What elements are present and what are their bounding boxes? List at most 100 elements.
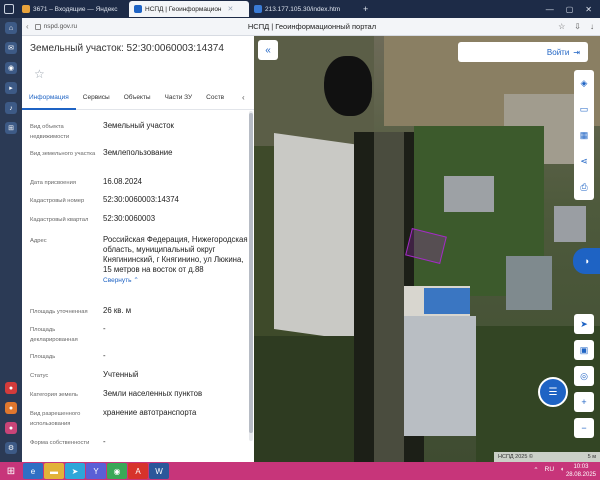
scrollbar-thumb[interactable] <box>249 113 253 433</box>
url-text: nspd.gov.ru <box>43 23 78 30</box>
apps-icon[interactable]: ⊞ <box>5 122 17 134</box>
language-indicator[interactable]: RU <box>545 466 554 474</box>
tray-chevron-icon[interactable]: ⌃ <box>533 466 538 474</box>
app-icon-red[interactable]: ● <box>5 382 17 394</box>
map-imagery <box>374 132 404 462</box>
tab-label: 3671 – Входящие — Яндекс <box>33 5 118 13</box>
download-icon[interactable]: ↓ <box>590 22 594 31</box>
row-label: Кадастровый квартал <box>30 217 89 223</box>
tab-composition[interactable]: Соств <box>199 92 231 110</box>
messenger-icon[interactable]: ▸ <box>5 82 17 94</box>
address-bar: ‹ nspd.gov.ru НСПД | Геоинформационный п… <box>22 18 600 36</box>
url-field[interactable]: nspd.gov.ru <box>34 23 78 30</box>
collapse-panel-button[interactable]: « <box>258 40 278 60</box>
browser-side-panel: ⌂ ✉ ◉ ▸ ♪ ⊞ ● ● ● ⚙ <box>0 18 22 462</box>
tab-objects[interactable]: Объекты <box>117 92 158 110</box>
row-value: 16.08.2024 <box>103 177 143 186</box>
system-clock[interactable]: 10:03 28.08.2025 <box>566 463 596 479</box>
back-icon[interactable]: ‹ <box>26 22 29 31</box>
login-button[interactable]: Войти ⇥ <box>458 42 588 62</box>
mail-icon[interactable]: ✉ <box>5 42 17 54</box>
map-attribution: НСПД 2025 © 5 м <box>494 452 600 462</box>
tab-parts[interactable]: Части ЗУ <box>158 92 200 110</box>
window-controls: — ▢ ✕ <box>546 0 600 18</box>
bookmark-icon[interactable]: ☆ <box>558 22 565 31</box>
disk-icon[interactable]: ◉ <box>5 62 17 74</box>
map-imagery <box>254 336 354 462</box>
browser-tab-nspd[interactable]: НСПД | Геоинформацион ✕ <box>129 1 249 17</box>
settings-icon[interactable]: ⚙ <box>5 442 17 454</box>
close-tab-icon[interactable]: ✕ <box>228 5 234 13</box>
page-title: НСПД | Геоинформационный портал <box>247 22 377 31</box>
word-icon[interactable]: W <box>149 463 169 479</box>
row-value: Российская Федерация, Нижегородская обла… <box>103 235 248 274</box>
row-label: Площадь <box>30 354 56 360</box>
browser-edge-icon[interactable]: e <box>23 463 43 479</box>
star-icon[interactable]: ☆ <box>34 67 45 81</box>
map-mode-tab[interactable]: ◑ <box>573 248 600 274</box>
tab-label: НСПД | Геоинформацион <box>145 5 222 13</box>
nspd-favicon-icon <box>134 5 142 13</box>
tabs-scroll-right-icon[interactable]: ‹ <box>242 93 252 105</box>
browser-tab-mail[interactable]: 3671 – Входящие — Яндекс <box>17 1 129 17</box>
volume-icon[interactable]: ◖ <box>560 466 564 474</box>
object-title: Земельный участок: 52:30:0060003:14374 <box>30 43 224 54</box>
pdf-reader-icon[interactable]: A <box>128 463 148 479</box>
browser-tab-bar: 3671 – Входящие — Яндекс НСПД | Геоинфор… <box>0 0 600 18</box>
row-label: Площадь уточненная <box>30 309 88 315</box>
home-icon[interactable]: ⌂ <box>5 22 17 34</box>
row-label: Дата присвоения <box>30 180 76 186</box>
zoom-in-icon[interactable]: + <box>574 392 594 412</box>
map-imagery <box>404 316 476 436</box>
row-label: Площадь декларированная <box>30 327 78 343</box>
close-window-icon[interactable]: ✕ <box>585 5 592 14</box>
start-icon[interactable]: ⊞ <box>0 462 22 480</box>
app-icon-orange[interactable]: ● <box>5 402 17 414</box>
minimize-icon[interactable]: — <box>546 5 554 14</box>
music-icon[interactable]: ♪ <box>5 102 17 114</box>
row-label: Вид разрешенного использования <box>30 411 81 427</box>
collapse-link[interactable]: Свернуть <box>103 277 132 284</box>
app-icon-pink[interactable]: ● <box>5 422 17 434</box>
row-label: Кадастровый номер <box>30 198 85 204</box>
browser-tab-ip[interactable]: 213.177.105.30/index.htm <box>249 1 359 17</box>
maximize-icon[interactable]: ▢ <box>566 5 574 14</box>
page-favicon-icon <box>254 5 262 13</box>
object-info-panel: Земельный участок: 52:30:0060003:14374 ☆… <box>22 36 254 462</box>
panel-scrollbar[interactable] <box>249 111 253 441</box>
location-arrow-icon[interactable]: ➤ <box>574 314 594 334</box>
new-tab-icon[interactable]: + <box>363 4 368 14</box>
window-menu-icon[interactable] <box>4 4 14 14</box>
map-imagery <box>424 288 470 314</box>
tab-information[interactable]: Информация <box>22 92 76 110</box>
chevron-up-icon[interactable]: ⌃ <box>132 277 138 284</box>
login-icon: ⇥ <box>573 47 580 57</box>
zoom-out-icon[interactable]: − <box>574 418 594 438</box>
row-value: 52:30:0060003:14374 <box>103 195 179 204</box>
folder-icon[interactable]: ▬ <box>44 463 64 479</box>
chrome-icon[interactable]: ◉ <box>107 463 127 479</box>
tab-services[interactable]: Сервисы <box>76 92 117 110</box>
chat-button[interactable]: ☰ <box>538 377 568 407</box>
row-value: Земельный участок <box>103 121 174 130</box>
map-imagery <box>324 56 372 116</box>
image-icon[interactable]: ▣ <box>574 340 594 360</box>
row-label: Адрес <box>30 238 47 244</box>
ruler-icon[interactable]: ▭ <box>574 96 594 122</box>
telegram-icon[interactable]: ➤ <box>65 463 85 479</box>
lock-icon <box>34 23 41 30</box>
row-value: Земли населенных пунктов <box>103 389 203 398</box>
qr-icon[interactable]: ▦ <box>574 122 594 148</box>
yandex-browser-icon[interactable]: Y <box>86 463 106 479</box>
map-imagery <box>506 256 552 310</box>
print-icon[interactable]: ⎙ <box>574 174 594 200</box>
gps-icon[interactable]: ◎ <box>574 366 594 386</box>
row-value: - <box>103 351 106 360</box>
mail-favicon-icon <box>22 5 30 13</box>
layers-icon[interactable]: ◈ <box>574 70 594 96</box>
extensions-icon[interactable]: ⇩ <box>574 22 581 31</box>
satellite-map[interactable]: « Войти ⇥ ◈ ▭ ▦ ⋖ ⎙ ◑ ➤ ▣ ◎ + − ☰ НСПД 2… <box>254 36 600 462</box>
tab-label: 213.177.105.30/index.htm <box>265 5 341 13</box>
scale-label: 5 м <box>587 454 596 460</box>
share-icon[interactable]: ⋖ <box>574 148 594 174</box>
